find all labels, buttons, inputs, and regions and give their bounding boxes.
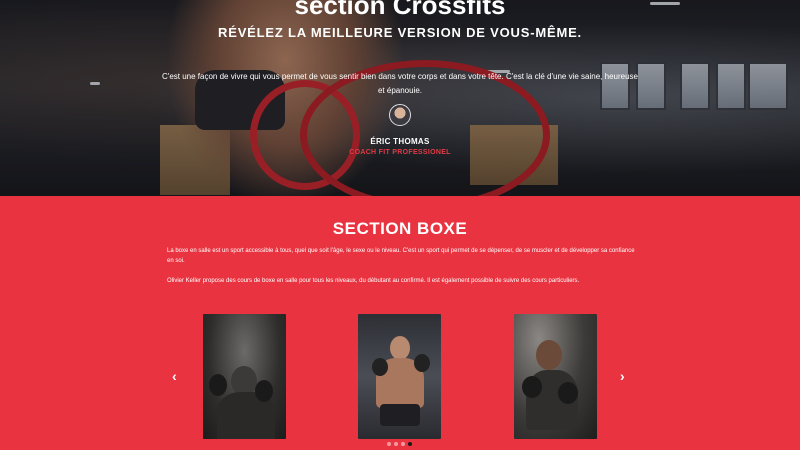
hero-title: section Crossfits bbox=[294, 0, 506, 20]
boxe-description-2: Olivier Keller propose des cours de boxe… bbox=[167, 278, 580, 284]
carousel-card-boxer-man[interactable] bbox=[358, 314, 441, 439]
boxe-section-title: SECTION BOXE bbox=[332, 219, 468, 238]
author-avatar bbox=[389, 104, 411, 126]
carousel-dot-4[interactable] bbox=[408, 442, 412, 446]
carousel-dot-2[interactable] bbox=[394, 442, 398, 446]
testimonial-quote: C'est une façon de vivre qui vous permet… bbox=[162, 72, 638, 95]
carousel-dot-3[interactable] bbox=[401, 442, 405, 446]
boxe-description-1: La boxe en salle est un sport accessible… bbox=[167, 248, 635, 264]
carousel-pagination bbox=[387, 442, 412, 446]
carousel-card-boxer-hooded[interactable] bbox=[203, 314, 286, 439]
boxing-glove-icon bbox=[209, 374, 227, 396]
boxing-glove-icon bbox=[372, 358, 388, 376]
boxing-glove-icon bbox=[522, 376, 542, 398]
hero-subtitle: RÉVÉLEZ LA MEILLEURE VERSION DE VOUS-MÊM… bbox=[218, 25, 582, 40]
testimonial-role: COACH FIT PROFESSIONEL bbox=[349, 149, 451, 156]
carousel-prev-icon[interactable]: ‹ bbox=[172, 368, 177, 384]
hero-section: section Crossfits RÉVÉLEZ LA MEILLEURE V… bbox=[0, 0, 800, 196]
carousel-next-icon[interactable]: › bbox=[620, 368, 625, 384]
testimonial-author: ÉRIC THOMAS bbox=[370, 137, 430, 146]
carousel-card-boxer-woman[interactable] bbox=[514, 314, 597, 439]
carousel-dot-1[interactable] bbox=[387, 442, 391, 446]
